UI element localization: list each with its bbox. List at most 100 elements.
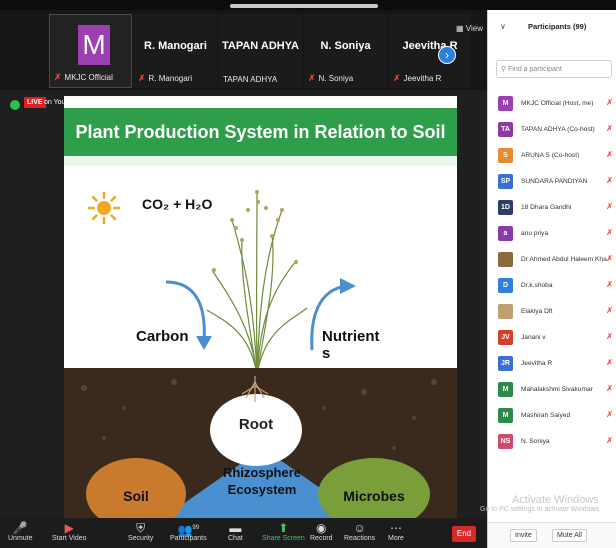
search-placeholder: Find a participant <box>508 66 562 73</box>
participant-name: Dr.k.shoba <box>521 281 553 289</box>
shared-slide: Plant Production System in Relation to S… <box>64 96 457 523</box>
participant-row[interactable]: NS N. Soniya ✗ <box>488 428 616 454</box>
mic-off-icon[interactable]: ✗ <box>606 306 613 315</box>
nutrient-label: Nutrient s <box>322 328 380 362</box>
mic-off-icon[interactable]: ✗ <box>606 176 613 185</box>
participant-row[interactable]: S ARUNA S (Co-host) ✗ <box>488 142 616 168</box>
more-button[interactable]: ⋯ More <box>388 521 404 542</box>
invite-button[interactable]: Invite <box>510 529 537 542</box>
record-button[interactable]: ◉ Record <box>310 521 333 542</box>
mic-off-icon[interactable]: ✗ <box>606 280 613 289</box>
participants-button[interactable]: 👥99 Participants <box>170 521 207 542</box>
participant-name: Mahalakshmi Sivakumar <box>521 385 593 393</box>
live-badge[interactable]: LIVE <box>24 97 46 108</box>
panel-header: ∨ Participants (99) <box>488 10 616 46</box>
chat-button[interactable]: ▬ Chat <box>228 521 243 542</box>
reactions-label: Reactions <box>344 535 376 542</box>
activate-windows-title: Activate Windows <box>512 494 599 506</box>
share-screen-icon: ⬆ <box>278 521 289 535</box>
view-button[interactable]: ▦ View <box>456 24 483 33</box>
security-button[interactable]: ⛨ Security <box>128 521 153 542</box>
more-icon: ⋯ <box>389 521 402 535</box>
record-label: Record <box>310 535 333 542</box>
security-label: Security <box>128 535 154 542</box>
meeting-toolbar: 🎤 Unmute ▶ Start Video ⛨ Security 👥99 Partic… <box>0 518 487 548</box>
panel-footer: Invite Mute All <box>488 522 616 548</box>
next-page-arrow-icon[interactable]: › <box>438 46 456 64</box>
thumb-label: ✗ R. Manogari <box>138 73 192 84</box>
mic-off-icon[interactable]: ✗ <box>606 436 613 445</box>
view-label: View <box>465 24 483 33</box>
chevron-down-icon[interactable]: ∨ <box>500 22 506 31</box>
mic-off-icon[interactable]: ✗ <box>606 228 613 237</box>
share-screen-label: Share Screen <box>262 535 305 542</box>
participant-row[interactable]: Dr Ahmed Abdul Haleem Khan ✗ <box>488 246 616 272</box>
participant-row[interactable]: JR Jeevitha R ✗ <box>488 350 616 376</box>
avatar: 1D <box>498 199 513 215</box>
video-thumb-host[interactable]: M ✗ MKJC Official <box>49 14 132 88</box>
participant-name: Jeevitha R <box>521 359 553 367</box>
avatar: TA <box>498 121 513 137</box>
participant-row[interactable]: M MKJC Official (Host, me) ✗ <box>488 90 616 116</box>
participants-count: 99 <box>192 525 200 531</box>
participant-row[interactable]: TA TAPAN ADHYA (Co-host) ✗ <box>488 116 616 142</box>
participant-row[interactable]: JV Janani v ✗ <box>488 324 616 350</box>
activate-windows-subtitle: Go to PC settings to activate Windows. <box>480 506 601 513</box>
thumb-name: MKJC Official <box>64 73 113 82</box>
participant-row[interactable]: a anu priya ✗ <box>488 220 616 246</box>
participant-search-input[interactable]: ⚲ Find a participant <box>496 60 612 78</box>
thumb-name: TAPAN ADHYA <box>223 75 278 84</box>
unmute-label: Unmute <box>8 535 33 542</box>
avatar: JR <box>498 355 513 371</box>
mic-off-icon[interactable]: ✗ <box>606 98 613 107</box>
reactions-icon: ☺ <box>353 521 366 535</box>
participant-row[interactable]: Elakiya Dft ✗ <box>488 298 616 324</box>
video-thumb-participant[interactable]: N. Soniya ✗ N. Soniya <box>304 14 387 88</box>
participant-row[interactable]: M Mashirah Saiyed ✗ <box>488 402 616 428</box>
video-thumb-participant[interactable]: R. Manogari ✗ R. Manogari <box>134 14 217 88</box>
mic-off-icon: ✗ <box>308 73 316 83</box>
zoom-meeting-window: M ✗ MKJC Official R. Manogari ✗ R. Manogar… <box>0 0 616 548</box>
mic-muted-icon: 🎤 <box>12 521 28 535</box>
participant-name: N. Soniya <box>521 437 550 445</box>
mic-off-icon[interactable]: ✗ <box>606 332 613 341</box>
mic-off-icon[interactable]: ✗ <box>606 202 613 211</box>
participant-row[interactable]: SP SUNDARA PANDIYAN ✗ <box>488 168 616 194</box>
start-video-button[interactable]: ▶ Start Video <box>52 521 87 542</box>
participant-name: Elakiya Dft <box>521 307 553 315</box>
participant-row[interactable]: D Dr.k.shoba ✗ <box>488 272 616 298</box>
video-gallery-strip: M ✗ MKJC Official R. Manogari ✗ R. Manogar… <box>0 10 487 90</box>
thumb-name: R. Manogari <box>148 74 193 83</box>
mic-off-icon[interactable]: ✗ <box>606 384 613 393</box>
participant-name: ARUNA S (Co-host) <box>521 151 580 159</box>
mic-off-icon[interactable]: ✗ <box>606 124 613 133</box>
participants-icon: 👥99 <box>177 523 200 537</box>
avatar: M <box>78 25 110 65</box>
video-thumb-participant[interactable]: TAPAN ADHYA TAPAN ADHYA <box>219 14 302 88</box>
participant-row[interactable]: 1D 18 Dhara Gandhi ✗ <box>488 194 616 220</box>
avatar <box>498 251 513 267</box>
thumb-label: ✗ N. Soniya <box>308 73 353 84</box>
avatar: D <box>498 277 513 293</box>
participant-name: MKJC Official (Host, me) <box>521 99 594 107</box>
share-screen-button[interactable]: ⬆ Share Screen <box>262 521 305 542</box>
unmute-button[interactable]: 🎤 Unmute <box>8 521 33 542</box>
encryption-shield-icon[interactable] <box>10 100 20 110</box>
participant-row[interactable]: M Mahalakshmi Sivakumar ✗ <box>488 376 616 402</box>
avatar <box>498 303 513 319</box>
mic-off-icon[interactable]: ✗ <box>606 150 613 159</box>
mic-off-icon[interactable]: ✗ <box>606 254 613 263</box>
mute-all-button[interactable]: Mute All <box>552 529 587 542</box>
mic-off-icon[interactable]: ✗ <box>606 410 613 419</box>
more-label: More <box>388 535 404 542</box>
sun-icon <box>88 192 120 224</box>
participant-name: Dr Ahmed Abdul Haleem Khan <box>521 255 607 263</box>
thumb-title: R. Manogari <box>144 40 207 52</box>
slide-title: Plant Production System in Relation to S… <box>64 108 457 156</box>
avatar: S <box>498 147 513 163</box>
avatar: a <box>498 225 513 241</box>
reactions-button[interactable]: ☺ Reactions <box>344 521 375 542</box>
end-meeting-button[interactable]: End <box>452 526 476 542</box>
mic-off-icon[interactable]: ✗ <box>606 358 613 367</box>
thumb-name: N. Soniya <box>318 74 354 83</box>
